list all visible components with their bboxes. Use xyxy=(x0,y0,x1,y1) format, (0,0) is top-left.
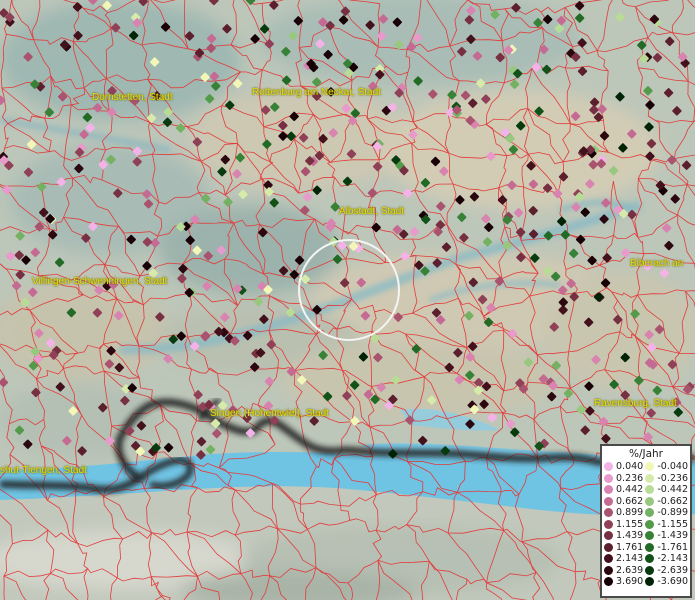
legend-swatch xyxy=(645,519,655,529)
legend-entry: -0.442 xyxy=(645,484,688,496)
legend-swatch xyxy=(645,462,655,472)
legend-swatch xyxy=(604,577,613,587)
legend-label: -1.439 xyxy=(657,530,688,542)
place-label-dornstetten: Dornstetten, Stadt xyxy=(92,92,173,103)
legend-entry: 0.662 xyxy=(604,496,645,508)
legend-swatch xyxy=(645,496,655,506)
legend-label: 1.155 xyxy=(616,518,644,530)
legend-swatch xyxy=(604,542,613,552)
legend-entry: 2.639 xyxy=(604,565,645,577)
legend-swatch xyxy=(604,496,613,506)
legend-entry: 0.236 xyxy=(604,473,645,485)
legend-entry: -1.439 xyxy=(645,530,688,542)
place-label-waldshut: shut-Tiengen, Stadt xyxy=(0,465,87,476)
legend-label: 2.639 xyxy=(616,564,644,576)
legend-entry: -1.761 xyxy=(645,542,688,554)
legend-label: 0.040 xyxy=(616,461,644,473)
legend-label: 1.761 xyxy=(616,541,644,553)
legend-entry: 3.690 xyxy=(604,576,645,588)
place-label-ravensburg: Ravensburg, Stadt xyxy=(594,398,677,409)
legend-entry: -2.639 xyxy=(645,565,688,577)
legend-negative-column: -0.040 -0.236 -0.442 -0.662 -0.899 -1.155 -1.4… xyxy=(645,461,688,588)
place-label-rottenburg: Rottenburg am Neckar, Stadt xyxy=(252,87,381,98)
legend-entry: 1.439 xyxy=(604,530,645,542)
legend-label: 0.899 xyxy=(616,507,644,519)
legend-entry: -1.155 xyxy=(645,519,688,531)
legend-swatch xyxy=(604,565,613,575)
legend-entry: 0.899 xyxy=(604,507,645,519)
legend-label: -1.155 xyxy=(657,518,688,530)
legend-positive-column: 0.040 0.236 0.442 0.662 0.899 1.155 1.439 1.761… xyxy=(604,461,645,588)
legend-label: -2.639 xyxy=(657,564,688,576)
legend-entry: -0.040 xyxy=(645,461,688,473)
legend-entry: 1.761 xyxy=(604,542,645,554)
legend-swatch xyxy=(604,554,613,564)
legend-swatch xyxy=(604,519,613,529)
place-label-villingen: Villingen-Schwenningen, Stadt xyxy=(32,276,168,287)
place-label-albstadt: Albstadt, Stadt xyxy=(339,206,405,217)
legend-label: -2.143 xyxy=(657,553,688,565)
legend-label: -0.899 xyxy=(657,507,688,519)
legend-entry: -3.690 xyxy=(645,576,688,588)
legend-swatch xyxy=(604,508,613,518)
legend-swatch xyxy=(604,462,613,472)
legend-swatch xyxy=(645,473,655,483)
legend-entry: 0.442 xyxy=(604,484,645,496)
map-legend: %/Jahr 0.040 0.236 0.442 0.662 0.899 1.155 1.4… xyxy=(600,444,692,598)
legend-label: 0.442 xyxy=(616,484,644,496)
legend-label: 2.143 xyxy=(616,553,644,565)
legend-label: -0.236 xyxy=(657,472,688,484)
legend-label: 0.236 xyxy=(616,472,644,484)
legend-swatch xyxy=(645,531,655,541)
legend-label: 3.690 xyxy=(616,576,644,588)
legend-label: -0.040 xyxy=(657,461,688,473)
legend-entry: -0.899 xyxy=(645,507,688,519)
legend-swatch xyxy=(645,508,655,518)
legend-entry: 2.143 xyxy=(604,553,645,565)
legend-label: -3.690 xyxy=(657,576,688,588)
legend-swatch xyxy=(645,554,655,564)
legend-label: -0.662 xyxy=(657,495,688,507)
legend-entry: -0.236 xyxy=(645,473,688,485)
legend-swatch xyxy=(604,485,613,495)
legend-swatch xyxy=(604,473,613,483)
legend-label: -0.442 xyxy=(657,484,688,496)
legend-entry: -0.662 xyxy=(645,496,688,508)
legend-swatch xyxy=(645,542,655,552)
legend-label: -1.761 xyxy=(657,541,688,553)
legend-swatch xyxy=(645,485,655,495)
place-label-biberach: Biberach an xyxy=(630,258,684,269)
legend-label: 0.662 xyxy=(616,495,644,507)
legend-swatch xyxy=(604,531,613,541)
legend-entry: 0.040 xyxy=(604,461,645,473)
legend-title: %/Jahr xyxy=(628,448,664,460)
legend-swatch xyxy=(645,577,655,587)
legend-entry: 1.155 xyxy=(604,519,645,531)
legend-swatch xyxy=(645,565,655,575)
legend-entry: -2.143 xyxy=(645,553,688,565)
legend-label: 1.439 xyxy=(616,530,644,542)
place-label-singen: Singen (Hohentwiel), Stadt xyxy=(210,408,329,419)
